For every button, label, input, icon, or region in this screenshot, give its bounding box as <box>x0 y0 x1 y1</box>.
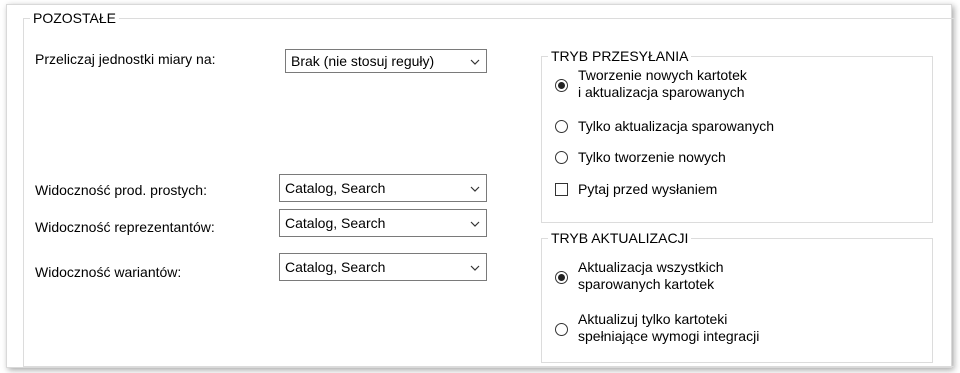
option-label-line1: Tworzenie nowych kartotek <box>578 67 747 83</box>
simple-visibility-label: Widoczność prod. prostych: <box>35 182 207 198</box>
option-label-line2: spełniające wymogi integracji <box>578 328 760 344</box>
variants-visibility-value: Catalog, Search <box>285 259 386 275</box>
update-mode-title: TRYB AKTUALIZACJI <box>551 230 689 246</box>
radio-button[interactable] <box>555 151 568 164</box>
simple-visibility-value: Catalog, Search <box>285 180 386 196</box>
option-label-line1: Aktualizacja wszystkich <box>578 259 724 275</box>
chevron-down-icon <box>470 265 480 271</box>
representatives-visibility-value: Catalog, Search <box>285 215 386 231</box>
units-select-value: Brak (nie stosuj reguły) <box>291 53 435 69</box>
checkbox-label: Pytaj przed wysłaniem <box>578 181 718 197</box>
settings-panel: POZOSTAŁE Przeliczaj jednostki miary na:… <box>6 4 955 368</box>
option-label: Tylko tworzenie nowych <box>578 149 726 165</box>
units-select[interactable]: Brak (nie stosuj reguły) <box>285 49 487 73</box>
chevron-down-icon <box>470 221 480 227</box>
option-label-line1: Aktualizuj tylko kartoteki <box>578 311 728 327</box>
units-label: Przeliczaj jednostki miary na: <box>35 51 216 67</box>
radio-button[interactable] <box>555 323 568 336</box>
option-label-line2: sparowanych kartotek <box>578 276 715 292</box>
radio-button[interactable] <box>555 79 568 92</box>
option-label-line2: i aktualizacja sparowanych <box>578 84 745 100</box>
representatives-visibility-select[interactable]: Catalog, Search <box>279 209 487 237</box>
checkbox[interactable] <box>555 183 568 196</box>
radio-button[interactable] <box>555 271 568 284</box>
variants-visibility-select[interactable]: Catalog, Search <box>279 253 487 281</box>
simple-visibility-select[interactable]: Catalog, Search <box>279 174 487 202</box>
chevron-down-icon <box>470 186 480 192</box>
chevron-down-icon <box>470 59 480 65</box>
option-label: Tylko aktualizacja sparowanych <box>578 118 775 134</box>
group-title: POZOSTAŁE <box>33 10 116 26</box>
radio-button[interactable] <box>555 120 568 133</box>
variants-visibility-label: Widoczność wariantów: <box>35 264 182 280</box>
transfer-mode-title: TRYB PRZESYŁANIA <box>551 48 689 64</box>
representatives-visibility-label: Widoczność reprezentantów: <box>35 219 215 235</box>
